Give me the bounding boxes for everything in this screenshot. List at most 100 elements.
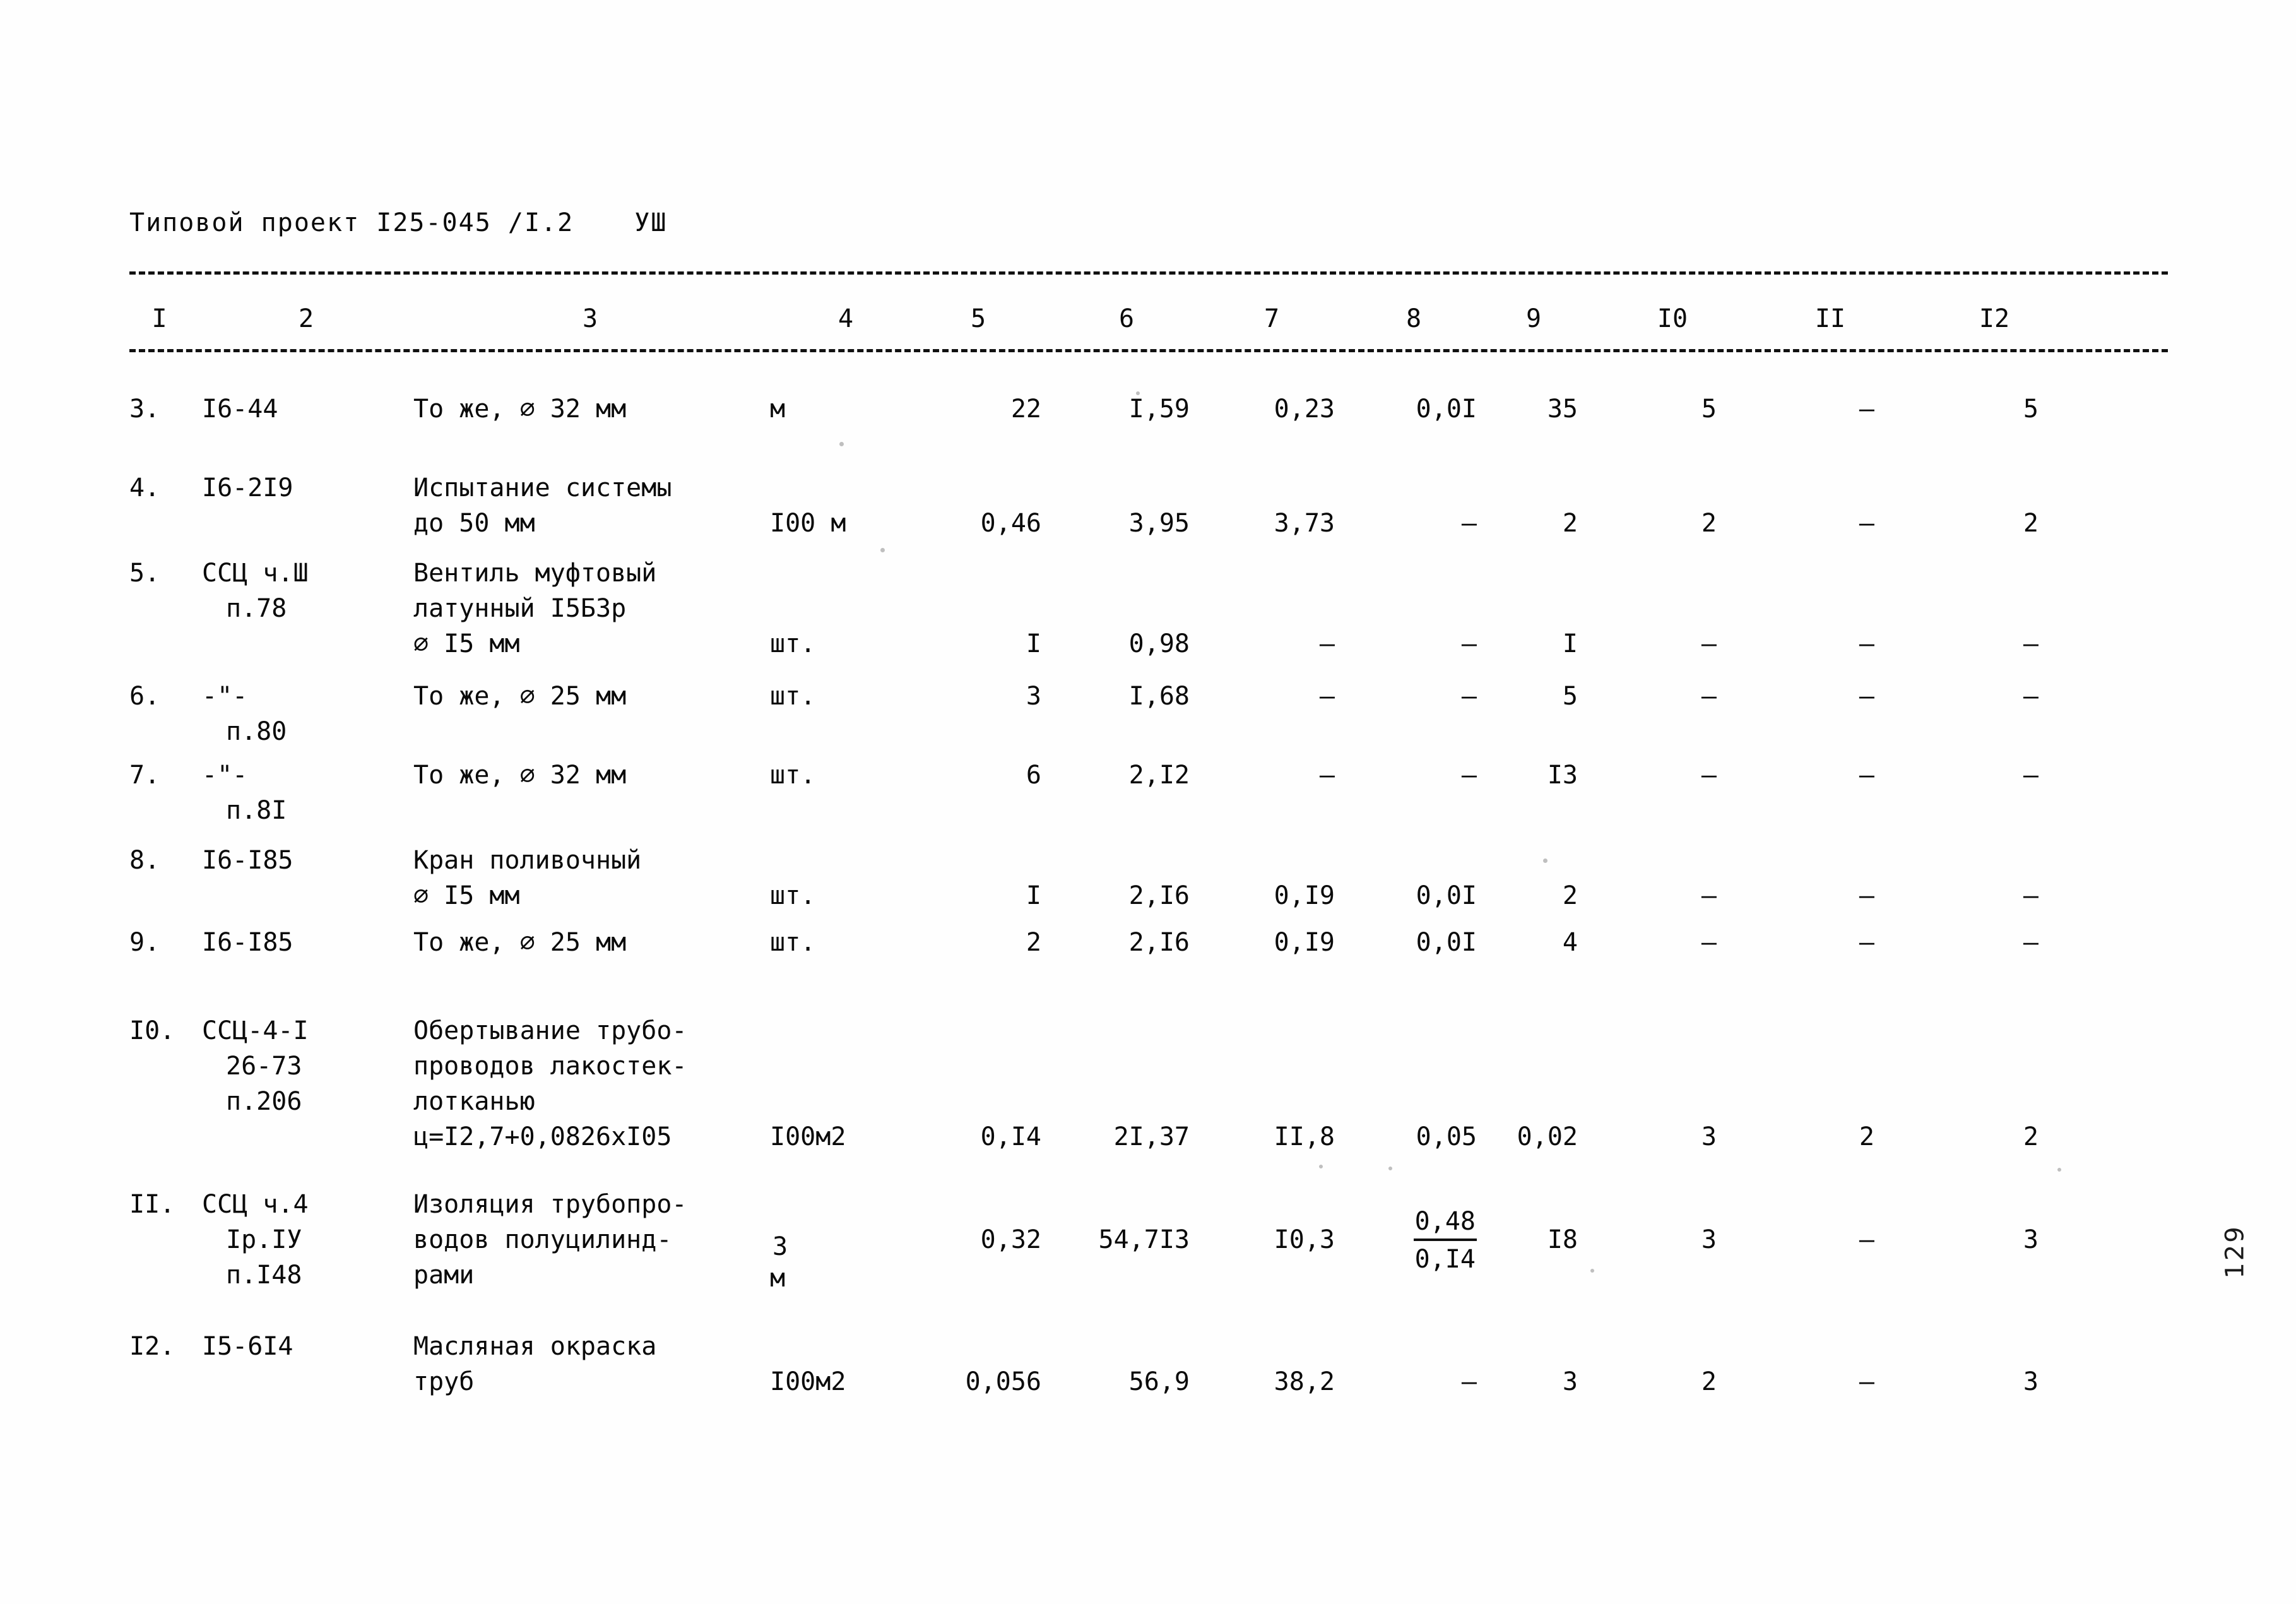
row-unit: шт. (770, 761, 816, 790)
row-description-line2: водов полуцилинд- (413, 1225, 672, 1254)
row-number: 5. (129, 559, 160, 588)
sheet-marker: УШ (634, 208, 668, 237)
row-col7: – (1319, 629, 1335, 658)
row-description-line2: труб (413, 1367, 475, 1396)
scan-speck (1136, 391, 1140, 395)
row-col11: – (1859, 881, 1874, 910)
row-code-line3: п.I48 (226, 1261, 302, 1290)
row-quantity: 0,056 (965, 1367, 1041, 1396)
row-description-line2: проводов лакостек- (413, 1052, 687, 1081)
column-number-10: I0 (1657, 304, 1688, 333)
row-col9: 2 (1562, 881, 1578, 910)
page-number-marker: 129 (2220, 1225, 2250, 1279)
row-description: Вентиль муфтовый латунный I5Б3р ∅ I5 мм (413, 555, 767, 662)
row-unit: 3м (770, 1231, 921, 1296)
row-col10: 3 (1701, 1225, 1717, 1254)
column-number-1: I (151, 304, 167, 333)
row-col10: 2 (1701, 509, 1717, 538)
row-col6: 2I,37 (1113, 1122, 1190, 1151)
row-unit: шт. (770, 629, 816, 658)
row-unit: I00м2 (770, 1122, 846, 1151)
row-code-line2: 26-73 (226, 1052, 302, 1081)
scan-speck (1590, 1269, 1594, 1273)
row-col7: – (1319, 761, 1335, 790)
row-col9: 5 (1562, 682, 1578, 711)
row-col7: 0,23 (1274, 395, 1335, 424)
scan-speck (839, 442, 844, 446)
row-col11: 2 (1859, 1122, 1874, 1151)
row-description-line2: до 50 мм (413, 509, 535, 538)
row-unit: шт. (770, 881, 816, 910)
row-number: II. (129, 1190, 175, 1219)
row-col10: – (1701, 682, 1717, 711)
row-description-line2: латунный I5Б3р (413, 594, 627, 623)
row-description: Изоляция трубопро-водов полуцилинд-рами (413, 1187, 767, 1293)
row-col9: I8 (1547, 1225, 1578, 1254)
row-col11: – (1859, 1367, 1874, 1396)
row-number: 7. (129, 761, 160, 790)
row-col8: 0,48 0,I4 (1351, 1204, 1477, 1277)
table-top-rule (129, 271, 2168, 275)
row-unit-base: м (770, 1264, 786, 1293)
column-number-2: 2 (298, 304, 314, 333)
row-col12: – (2023, 928, 2039, 957)
row-unit: шт. (770, 682, 816, 711)
row-col7: I0,3 (1274, 1225, 1335, 1254)
row-description: То же, ∅ 32 мм (413, 761, 627, 790)
row-code-line2: п.80 (226, 717, 287, 746)
row-col12: – (2023, 881, 2039, 910)
document-sheet: Типовой проект I25-045 /I.2 УШ I23456789I… (0, 0, 2296, 1604)
row-code: I6-44 (202, 395, 278, 424)
row-number: 8. (129, 846, 160, 875)
column-number-11: II (1814, 304, 1846, 333)
row-number: 3. (129, 395, 160, 424)
document-header: Типовой проект I25-045 /I.2 УШ (129, 208, 667, 237)
row-col11: – (1859, 682, 1874, 711)
row-col9: I3 (1547, 761, 1578, 790)
row-col6: 2,I6 (1128, 881, 1190, 910)
row-col6: I,68 (1128, 682, 1190, 711)
row-quantity: 0,I4 (980, 1122, 1041, 1151)
row-col10: – (1701, 881, 1717, 910)
row-col6: 54,7I3 (1098, 1225, 1190, 1254)
row-unit: I00 м (770, 509, 846, 538)
table-header-rule (129, 349, 2168, 352)
row-col12: – (2023, 629, 2039, 658)
row-col7: 38,2 (1274, 1367, 1335, 1396)
row-code: ССЦ ч.4 Iр.IУ п.I48 (202, 1187, 410, 1293)
row-col7: 0,I9 (1274, 881, 1335, 910)
row-number: 4. (129, 473, 160, 502)
row-unit-exponent: 3 (772, 1232, 788, 1261)
row-code: I6-2I9 (202, 473, 293, 502)
column-number-5: 5 (970, 304, 986, 333)
row-code: ССЦ ч.Ш п.78 (202, 555, 410, 626)
column-number-4: 4 (837, 304, 854, 333)
row-col10: 3 (1701, 1122, 1717, 1151)
row-col11: – (1859, 395, 1874, 424)
row-col8: – (1461, 761, 1477, 790)
row-col6: 3,95 (1128, 509, 1190, 538)
row-quantity: 2 (1026, 928, 1041, 957)
row-code: I6-I85 (202, 928, 293, 957)
scan-speck (1319, 1165, 1323, 1168)
row-code-line2: Iр.IУ (226, 1225, 302, 1254)
row-quantity: I (1026, 881, 1041, 910)
row-unit: м (770, 395, 786, 424)
row-col6: 2,I2 (1128, 761, 1190, 790)
row-col10: 2 (1701, 1367, 1717, 1396)
row-description-line2: ∅ I5 мм (413, 881, 520, 910)
row-description: Обертывание трубо-проводов лакостек-лотк… (413, 1013, 767, 1155)
column-number-9: 9 (1525, 304, 1542, 333)
scan-speck (1388, 1167, 1392, 1170)
row-col12: 5 (2023, 395, 2039, 424)
scan-speck (1543, 858, 1547, 863)
column-number-6: 6 (1118, 304, 1135, 333)
row-col6: 0,98 (1128, 629, 1190, 658)
row-col11: – (1859, 629, 1874, 658)
row-description-line3: лотканью (413, 1087, 535, 1116)
row-col12: 3 (2023, 1367, 2039, 1396)
row-col8-numerator: 0,48 (1413, 1204, 1477, 1241)
row-quantity: 6 (1026, 761, 1041, 790)
row-code-line2: п.78 (226, 594, 287, 623)
row-col7: 0,I9 (1274, 928, 1335, 957)
